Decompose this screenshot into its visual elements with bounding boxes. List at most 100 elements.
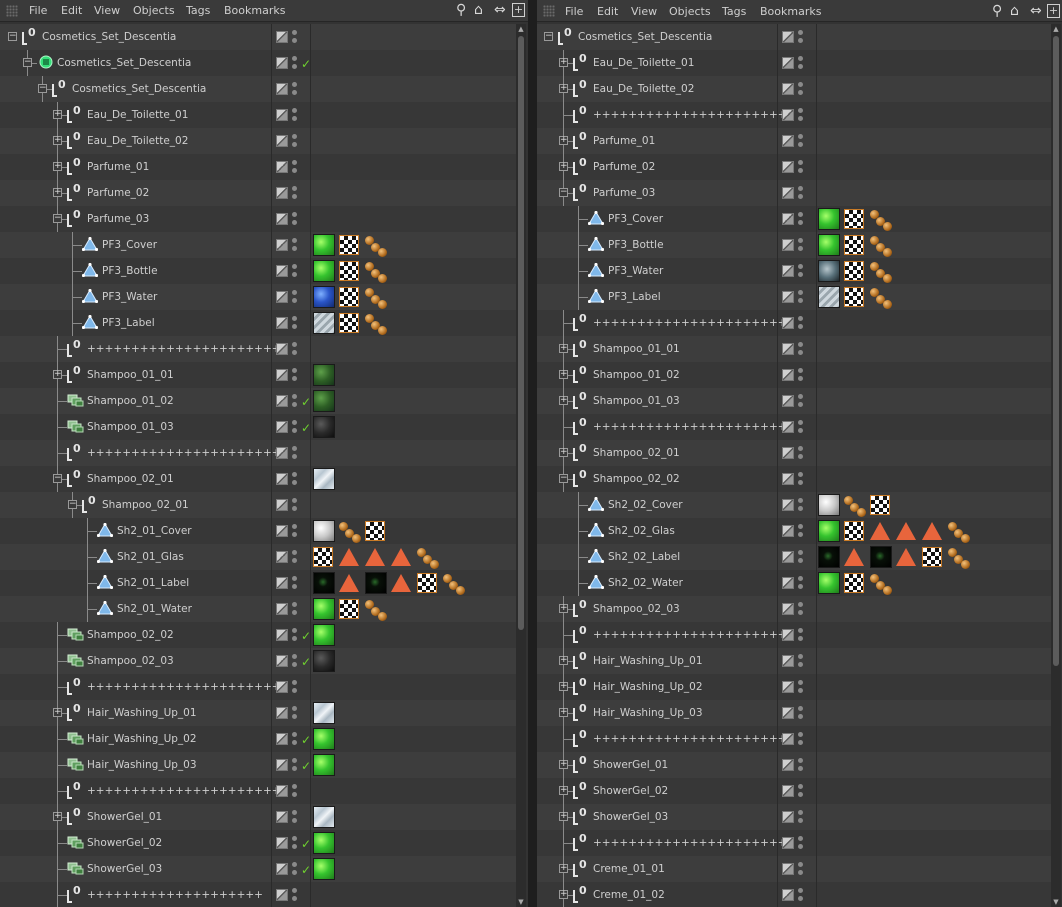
tree-row-shampoo-01-02[interactable]: +0 Shampoo_01_02 bbox=[537, 362, 1051, 388]
object-name[interactable]: ++++++++++++++++++++++ bbox=[87, 447, 281, 459]
object-name[interactable]: Sh2_01_Glas bbox=[117, 551, 184, 563]
tree-row-shampoo-01-03[interactable]: +0 Shampoo_01_03 bbox=[537, 388, 1051, 414]
uvw-tag-icon[interactable] bbox=[339, 261, 359, 281]
tree-row-separator[interactable]: 0 ++++++++++++++++++++++ bbox=[537, 414, 1051, 440]
visibility-dots-icon[interactable] bbox=[798, 290, 804, 304]
visibility-dots-icon[interactable] bbox=[798, 706, 804, 720]
visibility-dots-icon[interactable] bbox=[798, 498, 804, 512]
object-name[interactable]: Eau_De_Toilette_02 bbox=[593, 83, 694, 95]
layer-toggle-icon[interactable] bbox=[782, 551, 794, 563]
object-name[interactable]: PF3_Label bbox=[608, 291, 661, 303]
layer-toggle-icon[interactable] bbox=[276, 31, 288, 43]
object-name[interactable]: Eau_De_Toilette_02 bbox=[87, 135, 188, 147]
object-name[interactable]: Shampoo_02_01 bbox=[593, 447, 680, 459]
scrollbar-thumb[interactable] bbox=[518, 36, 524, 630]
object-name[interactable]: Cosmetics_Set_Descentia bbox=[72, 83, 206, 95]
layer-toggle-icon[interactable] bbox=[782, 629, 794, 641]
visibility-dots-icon[interactable] bbox=[292, 160, 298, 174]
material-tag-icon[interactable] bbox=[818, 260, 840, 282]
tree-row-parfume-03[interactable]: −0 Parfume_03 bbox=[0, 206, 516, 232]
visibility-dots-icon[interactable] bbox=[292, 264, 298, 278]
phong-tag-icon[interactable] bbox=[844, 548, 864, 566]
layer-toggle-icon[interactable] bbox=[782, 343, 794, 355]
material-tag-icon[interactable] bbox=[818, 520, 840, 542]
object-name[interactable]: Sh2_02_Glas bbox=[608, 525, 675, 537]
object-name[interactable]: ++++++++++++++++++++++ bbox=[593, 317, 787, 329]
visibility-dots-icon[interactable] bbox=[798, 732, 804, 746]
object-name[interactable]: Cosmetics_Set_Descentia bbox=[578, 31, 712, 43]
phong-tag-icon[interactable] bbox=[339, 548, 359, 566]
object-name[interactable]: Shampoo_02_03 bbox=[593, 603, 680, 615]
uvw-tag-icon[interactable] bbox=[844, 209, 864, 229]
visibility-dots-icon[interactable] bbox=[292, 602, 298, 616]
expand-icon[interactable]: + bbox=[559, 370, 568, 379]
panel-grip[interactable] bbox=[6, 5, 18, 17]
uvw-tag-icon[interactable] bbox=[339, 287, 359, 307]
collapse-icon[interactable]: − bbox=[38, 84, 47, 93]
object-name[interactable]: PF3_Bottle bbox=[608, 239, 664, 251]
object-name[interactable]: Sh2_02_Water bbox=[608, 577, 683, 589]
layer-toggle-icon[interactable] bbox=[276, 759, 288, 771]
expand-icon[interactable]: + bbox=[559, 682, 568, 691]
scrollbar-thumb[interactable] bbox=[1053, 36, 1059, 666]
visibility-dots-icon[interactable] bbox=[798, 758, 804, 772]
tree-row-separator[interactable]: 0 ++++++++++++++++++++++ bbox=[537, 726, 1051, 752]
tree-row-eau-de-toilette-01[interactable]: +0 Eau_De_Toilette_01 bbox=[0, 102, 516, 128]
search-icon[interactable]: ⚲ bbox=[992, 4, 1002, 18]
tree-row-hair-washing-up-03[interactable]: +0 Hair_Washing_Up_03 bbox=[537, 700, 1051, 726]
tree-row-showergel-01[interactable]: +0 ShowerGel_01 bbox=[0, 804, 516, 830]
tree-row-hair-washing-up-01[interactable]: +0 Hair_Washing_Up_01 bbox=[537, 648, 1051, 674]
visibility-dots-icon[interactable] bbox=[798, 420, 804, 434]
tree-row-parfume-01[interactable]: +0 Parfume_01 bbox=[537, 128, 1051, 154]
expand-icon[interactable]: + bbox=[53, 136, 62, 145]
visibility-dots-icon[interactable] bbox=[798, 576, 804, 590]
material-tag-icon[interactable] bbox=[313, 312, 335, 334]
object-name[interactable]: Parfume_01 bbox=[87, 161, 149, 173]
material-tag-icon[interactable] bbox=[365, 572, 387, 594]
visibility-dots-icon[interactable] bbox=[798, 394, 804, 408]
visibility-dots-icon[interactable] bbox=[292, 134, 298, 148]
expand-icon[interactable]: + bbox=[559, 344, 568, 353]
layer-toggle-icon[interactable] bbox=[782, 187, 794, 199]
tree-row-separator[interactable]: 0 ++++++++++++++++++++++ bbox=[0, 336, 516, 362]
object-name[interactable]: ShowerGel_01 bbox=[87, 811, 162, 823]
tree-row-eau-de-toilette-02[interactable]: +0 Eau_De_Toilette_02 bbox=[0, 128, 516, 154]
collapse-icon[interactable]: − bbox=[53, 214, 62, 223]
phong-tag-icon[interactable] bbox=[896, 522, 916, 540]
object-name[interactable]: Shampoo_02_01 bbox=[102, 499, 189, 511]
object-name[interactable]: Cosmetics_Set_Descentia bbox=[42, 31, 176, 43]
object-name[interactable]: ++++++++++++++++++++++ bbox=[593, 629, 787, 641]
tree-row-creme-01-02[interactable]: +0 Creme_01_02 bbox=[537, 882, 1051, 907]
link-icon[interactable]: ⇔ bbox=[494, 3, 506, 17]
selection-tag-icon[interactable] bbox=[443, 574, 465, 596]
expand-icon[interactable]: + bbox=[53, 708, 62, 717]
visibility-dots-icon[interactable] bbox=[798, 680, 804, 694]
visibility-dots-icon[interactable] bbox=[292, 706, 298, 720]
home-icon[interactable]: ⌂ bbox=[1010, 4, 1019, 18]
material-tag-icon[interactable] bbox=[818, 208, 840, 230]
visibility-dots-icon[interactable] bbox=[292, 394, 298, 408]
uvw-tag-icon[interactable] bbox=[844, 235, 864, 255]
object-name[interactable]: Shampoo_01_01 bbox=[593, 343, 680, 355]
tree-row-sh2-01-label[interactable]: Sh2_01_Label bbox=[0, 570, 516, 596]
object-name[interactable]: ++++++++++++++++++++++ bbox=[593, 837, 787, 849]
material-tag-icon[interactable] bbox=[313, 858, 335, 880]
scrollbar-left[interactable]: ▲ ▼ bbox=[516, 24, 526, 907]
visibility-dots-icon[interactable] bbox=[798, 56, 804, 70]
visibility-dots-icon[interactable] bbox=[292, 420, 298, 434]
uvw-tag-icon[interactable] bbox=[870, 495, 890, 515]
visibility-dots-icon[interactable] bbox=[798, 238, 804, 252]
visibility-dots-icon[interactable] bbox=[292, 186, 298, 200]
tree-row-separator[interactable]: 0 ++++++++++++++++++++++ bbox=[537, 102, 1051, 128]
expand-icon[interactable]: + bbox=[559, 812, 568, 821]
visibility-dots-icon[interactable] bbox=[798, 160, 804, 174]
tree-row-parfume-02[interactable]: +0 Parfume_02 bbox=[0, 180, 516, 206]
layer-toggle-icon[interactable] bbox=[782, 291, 794, 303]
tree-row-showergel-02[interactable]: +0 ShowerGel_02 bbox=[537, 778, 1051, 804]
object-name[interactable]: ShowerGel_02 bbox=[87, 837, 162, 849]
menu-objects[interactable]: Objects bbox=[133, 4, 175, 17]
tree-row-cosmetics-set-descentia[interactable]: −0 Cosmetics_Set_Descentia bbox=[0, 24, 516, 50]
tree-row-shampoo-02-02[interactable]: Shampoo_02_02 ✓ bbox=[0, 622, 516, 648]
material-tag-icon[interactable] bbox=[313, 598, 335, 620]
phong-tag-icon[interactable] bbox=[870, 522, 890, 540]
